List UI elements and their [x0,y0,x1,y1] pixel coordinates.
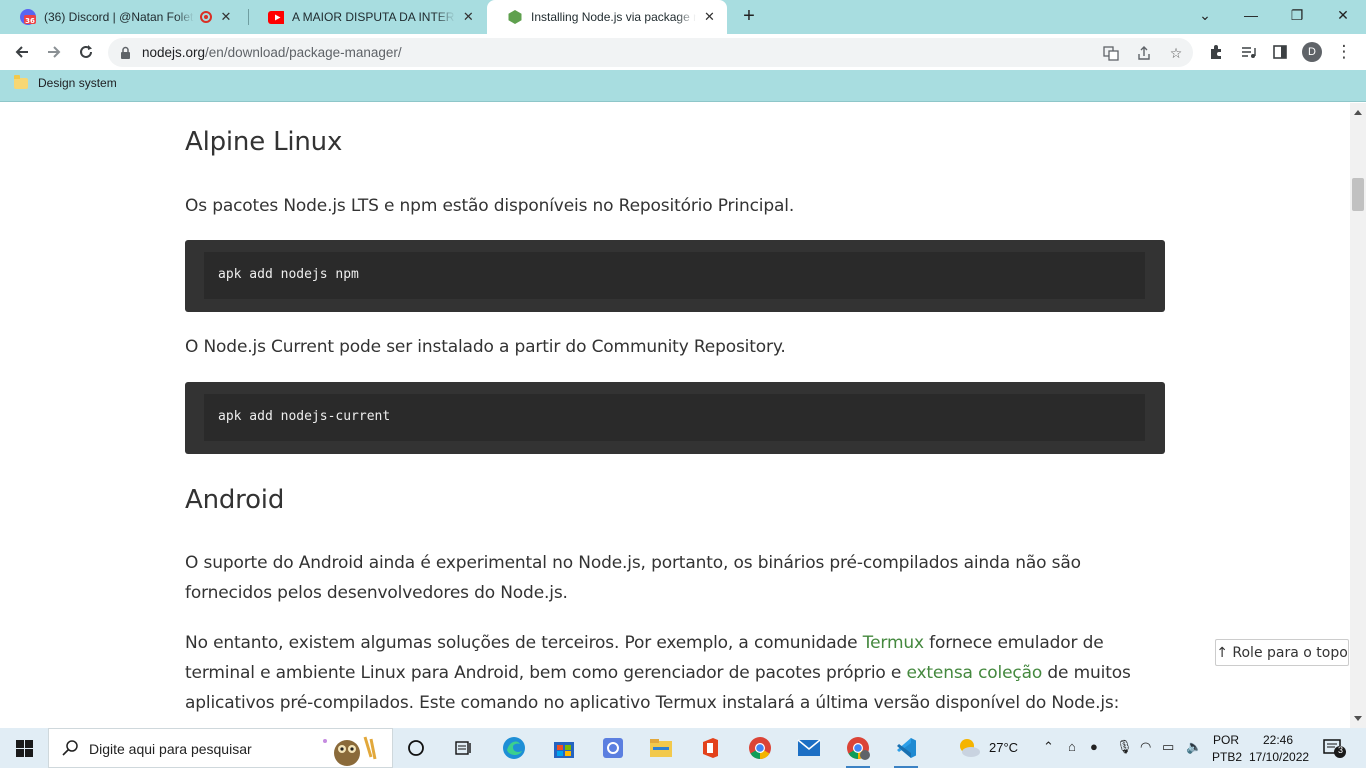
tab-search-icon[interactable]: ⌄ [1182,0,1228,30]
volume-icon[interactable]: 🔈 [1186,739,1202,755]
extensions-icon[interactable] [1202,38,1230,66]
search-icon [61,739,79,762]
mail-icon[interactable] [793,732,825,764]
widgets-icon[interactable] [448,732,480,764]
heading-android: Android [185,485,285,515]
battery-icon[interactable]: ▭ [1162,739,1174,755]
input-language[interactable]: POR [1213,733,1239,747]
recording-icon [200,11,212,23]
page-scrollbar[interactable] [1350,103,1366,728]
chrome-profile-icon[interactable] [842,732,874,768]
close-window-icon[interactable]: ✕ [1320,0,1366,30]
url-text: nodejs.org/en/download/package-manager/ [142,45,402,60]
settings-app-icon[interactable] [597,732,629,764]
android-paragraph-1: O suporte do Android ainda é experimenta… [185,553,1081,603]
page-viewport: Alpine Linux Os pacotes Node.js LTS e np… [0,103,1350,728]
keyboard-layout[interactable]: PTB2 [1212,750,1242,764]
forward-arrow-icon[interactable] [40,38,68,66]
alpine-intro-text: Os pacotes Node.js LTS e npm estão dispo… [185,196,795,216]
scroll-to-top-button[interactable]: ↑ Role para o topo [1215,639,1349,666]
office-icon[interactable] [694,732,726,764]
search-highlight-owl-icon [317,731,387,768]
android-paragraph-2: No entanto, existem algumas soluções de … [185,633,1131,713]
code-apk-add-nodejs-npm[interactable]: apk add nodejs npm [218,267,359,282]
tab-title: Installing Node.js via package manager [531,10,696,24]
menu-kebab-icon[interactable]: ⋮ [1330,38,1358,66]
code-block: apk add nodejs-current [185,382,1165,454]
side-panel-icon[interactable] [1266,38,1294,66]
edge-icon[interactable] [498,732,530,764]
microphone-icon[interactable]: 🎙 [1116,739,1133,755]
microsoft-store-icon[interactable] [548,732,580,764]
tab-nodejs[interactable]: Installing Node.js via package manager ✕ [487,0,727,34]
close-tab-icon[interactable]: ✕ [218,9,234,25]
folder-icon [14,74,28,89]
profile-avatar[interactable]: D [1298,38,1326,66]
share-icon[interactable] [1134,43,1154,63]
close-tab-icon[interactable]: ✕ [461,9,476,25]
taskbar-search-box[interactable]: Digite aqui para pesquisar [48,728,393,768]
reload-icon[interactable] [72,38,100,66]
lock-icon[interactable] [120,46,131,64]
nodejs-icon [507,9,523,25]
termux-link[interactable]: Termux [863,633,924,653]
minimize-icon[interactable]: — [1228,0,1274,30]
scroll-up-arrow-icon[interactable] [1354,110,1362,115]
windows-taskbar: Digite aqui para pesquisar 27°C ⌃ ⌂ ● 🎙 … [0,728,1366,768]
alpine-current-text: O Node.js Current pode ser instalado a p… [185,337,786,357]
restore-icon[interactable]: ❐ [1274,0,1320,30]
tray-app-icon[interactable]: ⌂ [1068,739,1076,754]
address-bar[interactable]: nodejs.org/en/download/package-manager/ … [108,38,1193,67]
close-tab-icon[interactable]: ✕ [702,9,717,25]
back-arrow-icon[interactable] [8,38,36,66]
tab-youtube[interactable]: A MAIOR DISPUTA DA INTERNET ✕ [248,0,486,34]
tab-discord[interactable]: 36 (36) Discord | @Natan Foleto ✕ [0,0,247,34]
tab-title: (36) Discord | @Natan Foleto [44,10,194,24]
bookmarks-bar: Design system [0,70,1366,102]
svg-text:36: 36 [25,17,35,25]
vscode-icon[interactable] [890,732,922,768]
clock-date[interactable]: 17/10/2022 [1249,750,1309,764]
wifi-icon[interactable]: ◠ [1140,739,1151,755]
youtube-icon [268,9,284,25]
bookmark-design-system[interactable]: Design system [14,74,117,90]
clock-time[interactable]: 22:46 [1263,733,1293,747]
scroll-down-arrow-icon[interactable] [1354,716,1362,721]
chevron-up-icon[interactable]: ⌃ [1043,739,1054,755]
weather-icon[interactable] [953,732,985,764]
windows-start-icon[interactable] [0,728,48,768]
code-block: apk add nodejs npm [185,240,1165,312]
new-tab-button[interactable]: + [738,5,760,29]
heading-alpine-linux: Alpine Linux [185,127,343,157]
file-explorer-icon[interactable] [645,732,677,764]
tab-title: A MAIOR DISPUTA DA INTERNET [292,10,455,24]
notifications-icon[interactable]: 3 [1318,732,1350,764]
task-view-icon[interactable] [400,732,432,764]
weather-temperature[interactable]: 27°C [989,740,1018,755]
media-queue-icon[interactable] [1234,38,1262,66]
translate-icon[interactable] [1101,43,1121,63]
discord-icon: 36 [20,9,36,25]
scrollbar-thumb[interactable] [1352,178,1364,211]
antivirus-icon[interactable]: ● [1090,739,1098,754]
bookmark-star-icon[interactable]: ☆ [1166,43,1186,63]
chrome-icon[interactable] [744,732,776,764]
extensa-colecao-link[interactable]: extensa coleção [906,663,1042,683]
tab-strip: 36 (36) Discord | @Natan Foleto ✕ A MAIO… [0,0,1366,34]
code-apk-add-nodejs-current[interactable]: apk add nodejs-current [218,409,390,424]
